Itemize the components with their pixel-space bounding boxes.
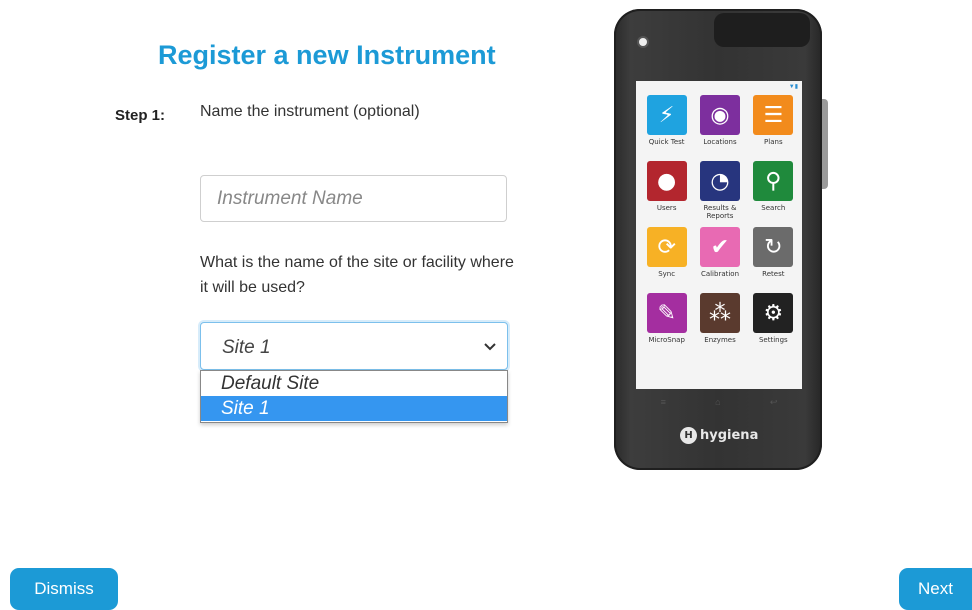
status-bar-icon: ▼▮ [788, 84, 798, 90]
app-enzymes: ⁂ Enzymes [693, 293, 746, 357]
app-quick-test: ⚡ Quick Test [640, 95, 693, 159]
back-icon: ↩ [769, 396, 778, 407]
dropdown-option-site-1[interactable]: Site 1 [201, 396, 507, 421]
retest-icon: ↻ [753, 227, 794, 267]
pie-chart-icon: ◔ [699, 161, 740, 201]
dropdown-option-default-site[interactable]: Default Site [201, 371, 507, 396]
molecule-icon: ⁂ [699, 293, 740, 333]
checkmark-icon: ✔ [699, 227, 740, 267]
site-select[interactable]: Site 1 [200, 322, 508, 370]
device-speaker [714, 13, 810, 47]
step-label: Step 1: [115, 107, 166, 124]
app-plans: ☰ Plans [747, 95, 800, 159]
search-icon: ⚲ [753, 161, 794, 201]
app-results-reports: ◔ Results & Reports [693, 161, 746, 225]
site-question: What is the name of the site or facility… [200, 254, 514, 296]
chevron-down-icon [484, 343, 496, 351]
dismiss-button[interactable]: Dismiss [10, 568, 118, 610]
user-icon: ● [646, 161, 687, 201]
device-screen: ▼▮ ⚡ Quick Test ◉ Locations ☰ Plans ● Us… [636, 81, 802, 389]
app-sync: ⟳ Sync [640, 227, 693, 291]
page-title: Register a new Instrument [158, 40, 496, 70]
app-microsnap: ✎ MicroSnap [640, 293, 693, 357]
sync-icon: ⟳ [646, 227, 687, 267]
instrument-name-input[interactable] [200, 175, 507, 222]
menu-icon: ≡ [660, 397, 666, 407]
lightning-icon: ⚡ [646, 95, 687, 135]
app-settings: ⚙ Settings [747, 293, 800, 357]
gear-icon: ⚙ [753, 293, 794, 333]
device-nav-bar: ≡ ⌂ ↩ [636, 389, 802, 415]
swab-icon: ✎ [646, 293, 687, 333]
step-instruction: Name the instrument (optional) [200, 103, 420, 120]
device-side-button [822, 99, 828, 189]
home-icon: ⌂ [715, 397, 721, 407]
app-locations: ◉ Locations [693, 95, 746, 159]
app-search: ⚲ Search [747, 161, 800, 225]
app-grid: ⚡ Quick Test ◉ Locations ☰ Plans ● Users… [640, 95, 800, 357]
site-dropdown-list: Default Site Site 1 [200, 370, 508, 423]
location-pin-icon: ◉ [699, 95, 740, 135]
list-icon: ☰ [753, 95, 794, 135]
next-button[interactable]: Next [899, 568, 972, 610]
app-calibration: ✔ Calibration [693, 227, 746, 291]
site-select-value: Site 1 [222, 337, 271, 358]
app-users: ● Users [640, 161, 693, 225]
hygiena-logo-icon: H [680, 427, 697, 444]
device-camera [637, 36, 649, 48]
device-image: ▼▮ ⚡ Quick Test ◉ Locations ☰ Plans ● Us… [614, 9, 828, 470]
app-retest: ↻ Retest [747, 227, 800, 291]
device-logo: H hygiena [680, 427, 758, 444]
